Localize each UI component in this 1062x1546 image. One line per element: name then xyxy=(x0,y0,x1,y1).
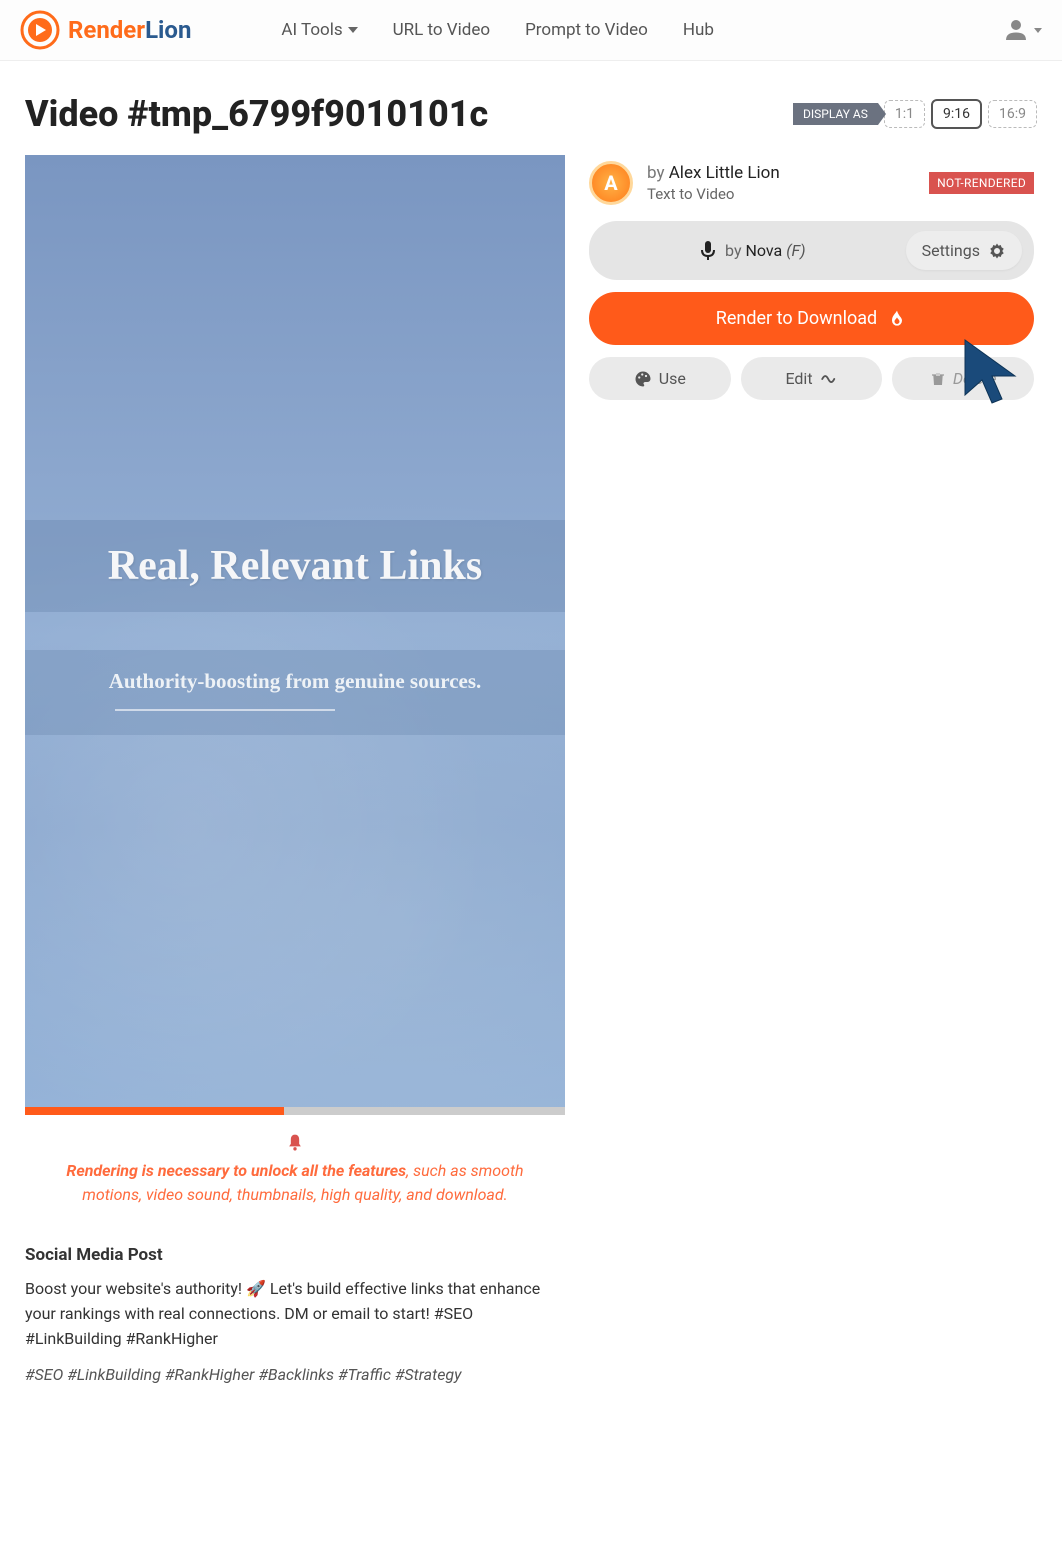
ratio-9-16[interactable]: 9:16 xyxy=(931,99,982,129)
progress-fill xyxy=(25,1107,284,1115)
bell-icon xyxy=(55,1133,535,1153)
delete-button[interactable]: Delete xyxy=(892,357,1034,400)
video-subtitle-underline xyxy=(115,709,335,711)
right-column: A by Alex Little Lion Text to Video NOT-… xyxy=(589,155,1034,1384)
video-subtitle: Authority-boosting from genuine sources. xyxy=(55,668,535,695)
voice-settings-button[interactable]: Settings xyxy=(906,231,1022,270)
display-as-label: DISPLAY AS xyxy=(793,103,878,125)
ratio-1-1[interactable]: 1:1 xyxy=(884,100,925,128)
social-tags: #SEO #LinkBuilding #RankHigher #Backlink… xyxy=(25,1365,565,1384)
header: RenderLion AI Tools URL to Video Prompt … xyxy=(0,0,1062,61)
author-row: A by Alex Little Lion Text to Video NOT-… xyxy=(589,155,1034,221)
nav-url-to-video[interactable]: URL to Video xyxy=(393,20,490,40)
trash-icon xyxy=(930,370,946,388)
title-row: Video #tmp_6799f9010101c DISPLAY AS 1:1 … xyxy=(0,61,1062,155)
voice-row: by Nova (F) Settings xyxy=(589,221,1034,280)
video-subtitle-block: Authority-boosting from genuine sources. xyxy=(25,650,565,735)
caret-down-icon xyxy=(1034,28,1042,33)
avatar[interactable]: A xyxy=(589,161,633,205)
author-info: by Alex Little Lion Text to Video xyxy=(647,163,915,203)
main: Real, Relevant Links Authority-boosting … xyxy=(0,155,1062,1424)
video-preview[interactable]: Real, Relevant Links Authority-boosting … xyxy=(25,155,565,1115)
voice-info: by Nova (F) xyxy=(609,240,896,262)
author-by: by xyxy=(647,163,669,183)
nav-prompt-to-video[interactable]: Prompt to Video xyxy=(525,20,648,40)
author-sub: Text to Video xyxy=(647,185,915,203)
squiggle-icon xyxy=(820,370,838,388)
use-button[interactable]: Use xyxy=(589,357,731,400)
logo-text: RenderLion xyxy=(68,16,191,44)
render-button[interactable]: Render to Download xyxy=(589,292,1034,345)
ratio-16-9[interactable]: 16:9 xyxy=(988,100,1037,128)
edit-button[interactable]: Edit xyxy=(741,357,883,400)
logo[interactable]: RenderLion xyxy=(20,10,191,50)
progress-bar[interactable] xyxy=(25,1107,565,1115)
left-column: Real, Relevant Links Authority-boosting … xyxy=(25,155,565,1384)
video-title: Real, Relevant Links xyxy=(45,542,545,590)
fire-icon xyxy=(887,309,907,329)
palette-icon xyxy=(634,370,652,388)
microphone-icon xyxy=(699,240,717,262)
notice-text: Rendering is necessary to unlock all the… xyxy=(55,1159,535,1207)
display-as: DISPLAY AS 1:1 9:16 16:9 xyxy=(793,99,1037,129)
render-notice: Rendering is necessary to unlock all the… xyxy=(25,1115,565,1217)
video-title-block: Real, Relevant Links xyxy=(25,520,565,612)
user-icon xyxy=(1001,15,1031,45)
author-name[interactable]: Alex Little Lion xyxy=(669,163,780,183)
status-badge: NOT-RENDERED xyxy=(929,172,1034,194)
page-title: Video #tmp_6799f9010101c xyxy=(25,93,488,135)
action-row: Use Edit Delete xyxy=(589,357,1034,400)
logo-icon xyxy=(20,10,60,50)
nav-ai-tools[interactable]: AI Tools xyxy=(281,20,357,40)
gear-icon xyxy=(988,242,1006,260)
social-section: Social Media Post Boost your website's a… xyxy=(25,1245,565,1384)
social-heading: Social Media Post xyxy=(25,1245,565,1265)
nav: AI Tools URL to Video Prompt to Video Hu… xyxy=(281,20,714,40)
user-menu[interactable] xyxy=(1001,15,1042,45)
social-body: Boost your website's authority! 🚀 Let's … xyxy=(25,1277,565,1351)
caret-down-icon xyxy=(348,27,358,33)
nav-hub[interactable]: Hub xyxy=(683,20,714,40)
